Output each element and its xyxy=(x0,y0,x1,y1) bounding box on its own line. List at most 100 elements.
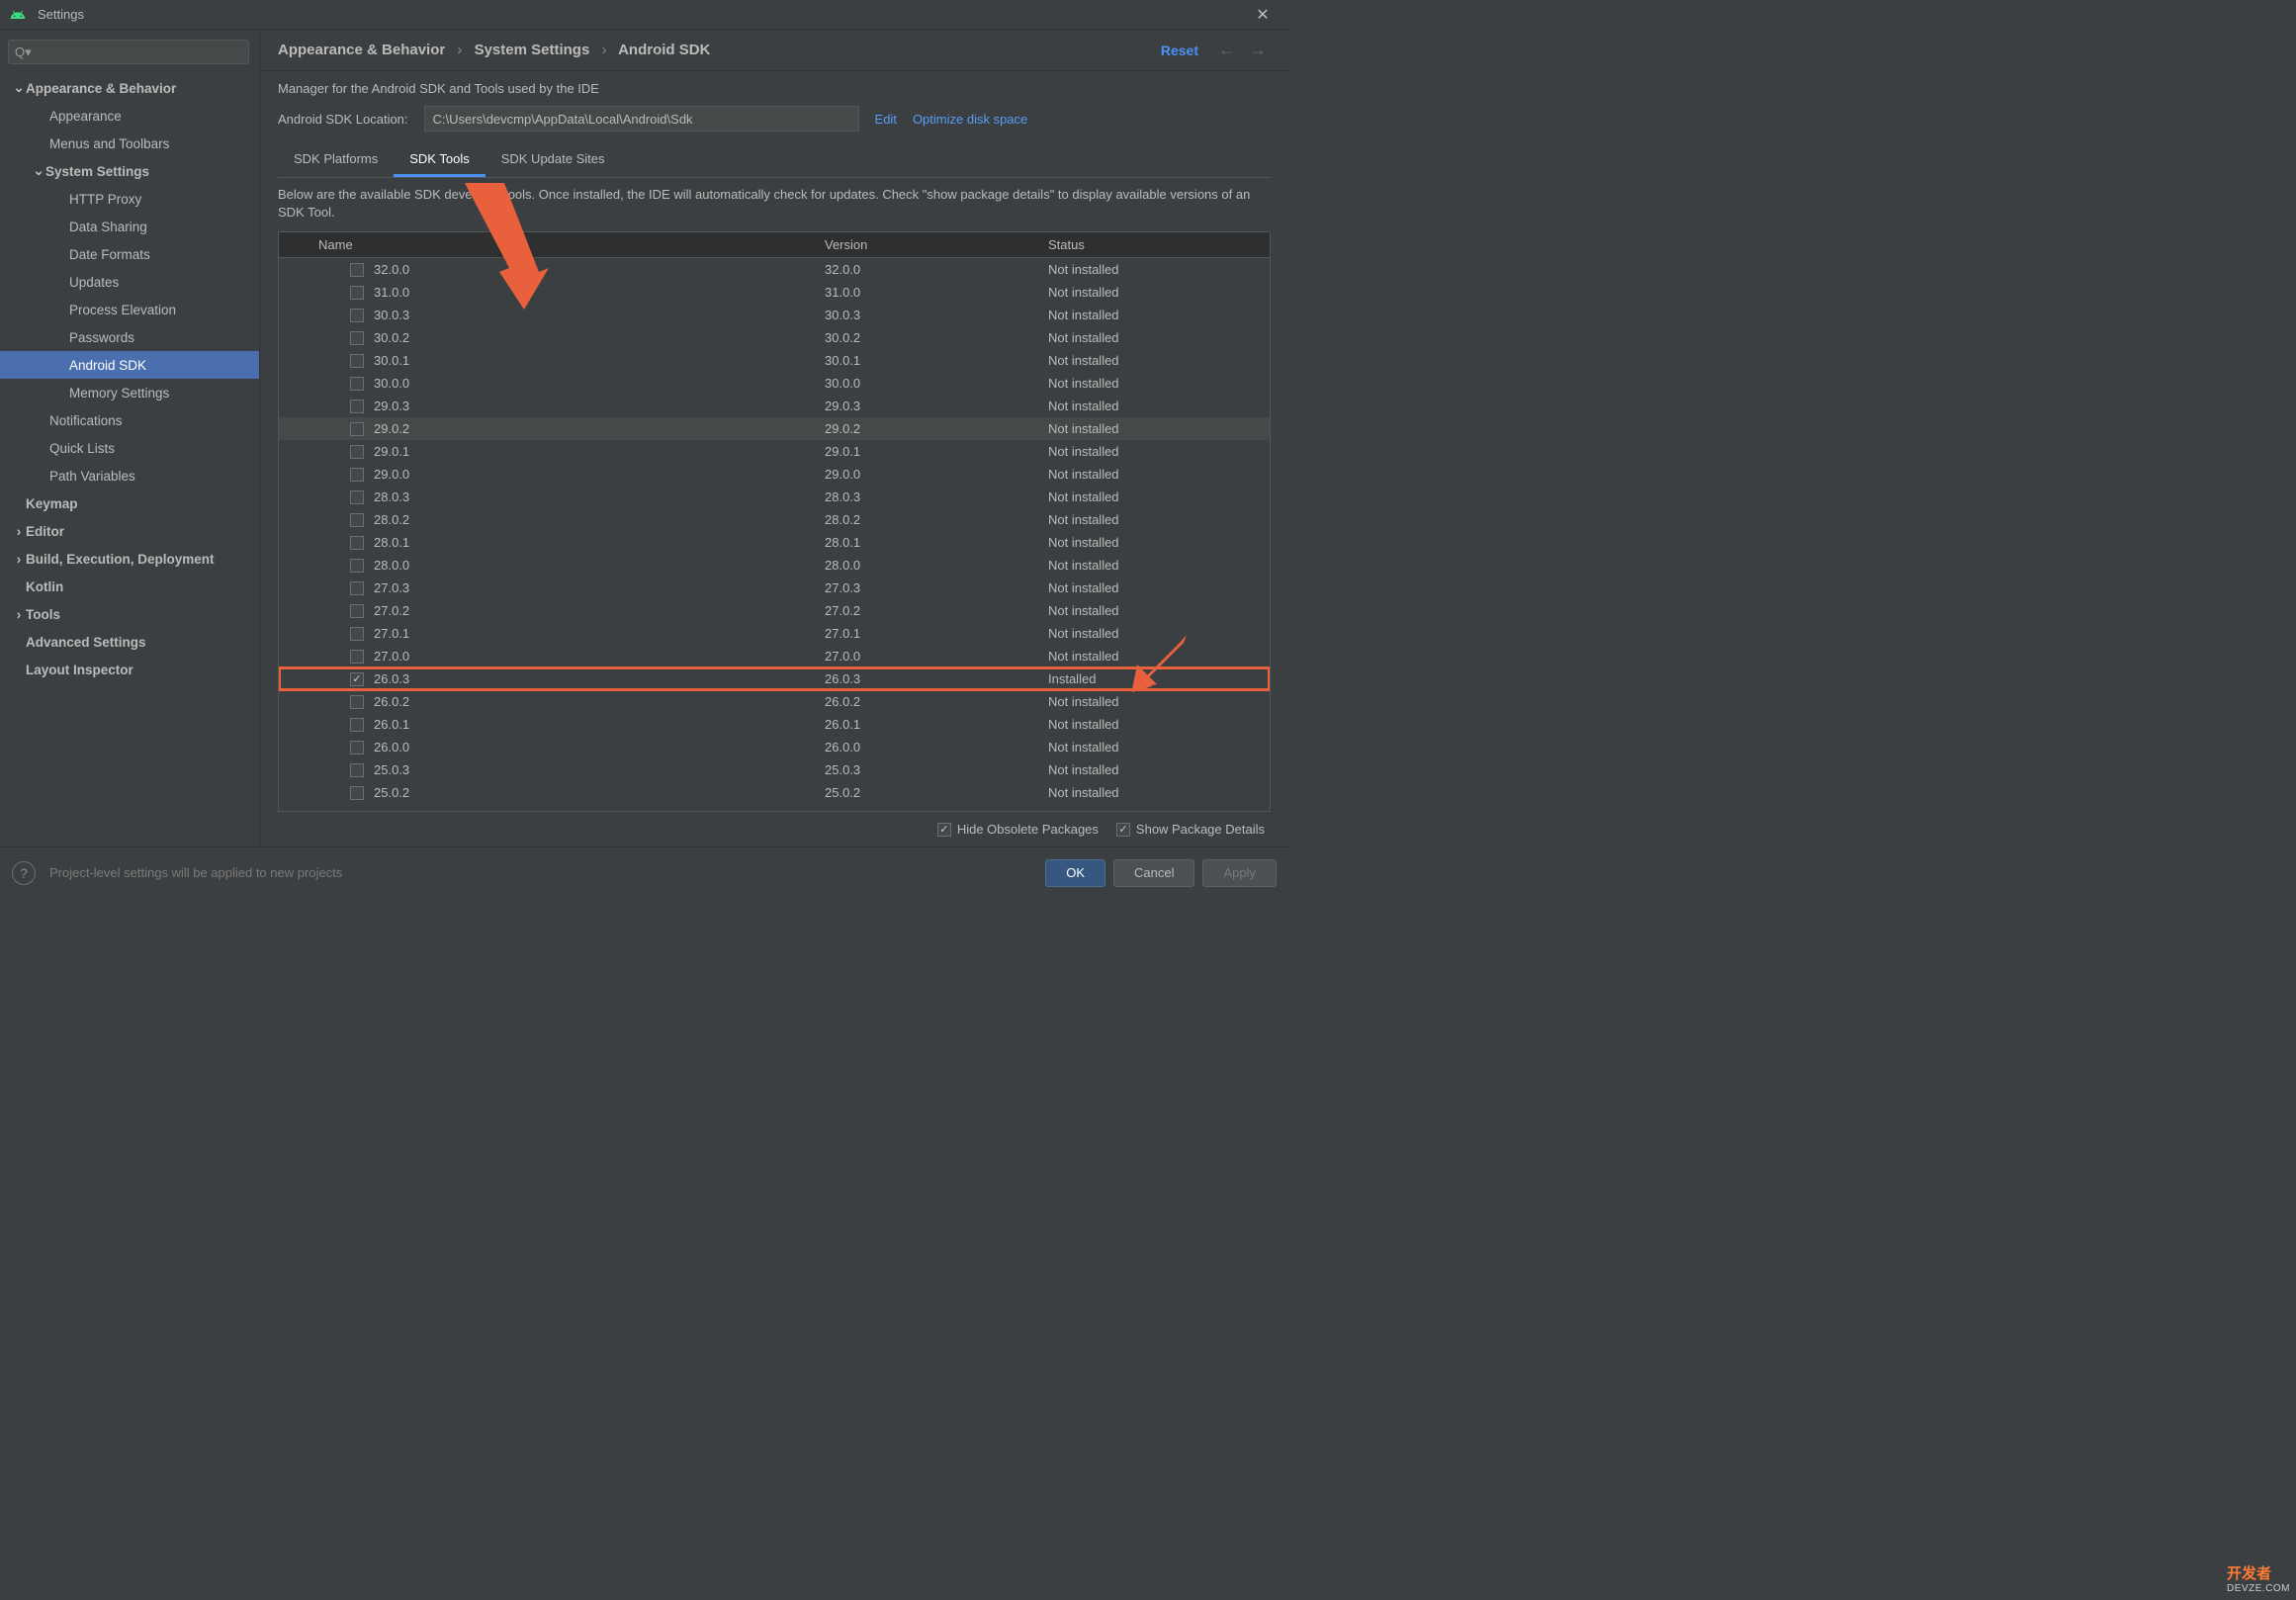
row-name: 26.0.0 xyxy=(374,740,409,755)
table-row[interactable]: 26.0.326.0.3Installed xyxy=(279,667,1270,690)
row-checkbox[interactable] xyxy=(350,718,364,732)
sidebar-item[interactable]: HTTP Proxy xyxy=(0,185,259,213)
edit-link[interactable]: Edit xyxy=(875,112,897,127)
sidebar-item[interactable]: Appearance xyxy=(0,102,259,130)
col-header-name[interactable]: Name xyxy=(310,232,817,257)
table-row[interactable]: 32.0.032.0.0Not installed xyxy=(279,258,1270,281)
table-row[interactable]: 27.0.027.0.0Not installed xyxy=(279,645,1270,667)
table-row[interactable]: 28.0.328.0.3Not installed xyxy=(279,486,1270,508)
sidebar-item[interactable]: Advanced Settings xyxy=(0,628,259,656)
sidebar-item[interactable]: Path Variables xyxy=(0,462,259,489)
row-version: 30.0.2 xyxy=(817,330,1040,345)
show-package-details-checkbox[interactable]: Show Package Details xyxy=(1116,822,1265,837)
table-row[interactable]: 31.0.031.0.0Not installed xyxy=(279,281,1270,304)
sidebar-item[interactable]: Layout Inspector xyxy=(0,656,259,683)
row-checkbox[interactable] xyxy=(350,650,364,664)
reset-link[interactable]: Reset xyxy=(1161,43,1198,58)
row-checkbox[interactable] xyxy=(350,741,364,755)
tab[interactable]: SDK Update Sites xyxy=(486,143,621,177)
sidebar-item[interactable]: Android SDK xyxy=(0,351,259,379)
help-icon[interactable]: ? xyxy=(12,861,36,885)
table-row[interactable]: 26.0.126.0.1Not installed xyxy=(279,713,1270,736)
chevron-icon: › xyxy=(12,524,26,539)
row-checkbox[interactable] xyxy=(350,559,364,573)
sidebar-item[interactable]: Date Formats xyxy=(0,240,259,268)
row-checkbox[interactable] xyxy=(350,331,364,345)
row-checkbox[interactable] xyxy=(350,445,364,459)
row-checkbox[interactable] xyxy=(350,286,364,300)
table-row[interactable]: 30.0.330.0.3Not installed xyxy=(279,304,1270,326)
table-row[interactable]: 27.0.327.0.3Not installed xyxy=(279,577,1270,599)
sidebar-item[interactable]: Data Sharing xyxy=(0,213,259,240)
table-row[interactable]: 25.0.225.0.2Not installed xyxy=(279,781,1270,804)
breadcrumb-part[interactable]: Android SDK xyxy=(618,42,710,58)
row-checkbox[interactable] xyxy=(350,513,364,527)
table-row[interactable]: 28.0.028.0.0Not installed xyxy=(279,554,1270,577)
table-row[interactable]: 27.0.227.0.2Not installed xyxy=(279,599,1270,622)
row-checkbox[interactable] xyxy=(350,763,364,777)
row-checkbox[interactable] xyxy=(350,536,364,550)
row-checkbox[interactable] xyxy=(350,695,364,709)
row-checkbox[interactable] xyxy=(350,309,364,322)
apply-button[interactable]: Apply xyxy=(1202,859,1277,887)
cancel-button[interactable]: Cancel xyxy=(1113,859,1194,887)
sidebar-item[interactable]: Passwords xyxy=(0,323,259,351)
breadcrumb-part[interactable]: Appearance & Behavior xyxy=(278,42,445,58)
hide-obsolete-checkbox[interactable]: Hide Obsolete Packages xyxy=(937,822,1099,837)
sidebar-item[interactable]: Kotlin xyxy=(0,573,259,600)
sidebar-item-label: Build, Execution, Deployment xyxy=(26,552,215,567)
row-checkbox[interactable] xyxy=(350,672,364,686)
sidebar-item[interactable]: ⌄Appearance & Behavior xyxy=(0,74,259,102)
row-checkbox[interactable] xyxy=(350,490,364,504)
table-row[interactable]: 28.0.128.0.1Not installed xyxy=(279,531,1270,554)
row-checkbox[interactable] xyxy=(350,400,364,413)
tab[interactable]: SDK Tools xyxy=(394,143,485,177)
row-checkbox[interactable] xyxy=(350,581,364,595)
sidebar-item[interactable]: ⌄System Settings xyxy=(0,157,259,185)
sidebar-item[interactable]: ›Tools xyxy=(0,600,259,628)
row-checkbox[interactable] xyxy=(350,627,364,641)
sidebar-item[interactable]: Notifications xyxy=(0,406,259,434)
table-row[interactable]: 28.0.228.0.2Not installed xyxy=(279,508,1270,531)
sidebar-item[interactable]: Process Elevation xyxy=(0,296,259,323)
row-checkbox[interactable] xyxy=(350,468,364,482)
row-checkbox[interactable] xyxy=(350,354,364,368)
row-checkbox[interactable] xyxy=(350,786,364,800)
forward-arrow-icon[interactable]: → xyxy=(1249,40,1267,59)
table-row[interactable]: 29.0.029.0.0Not installed xyxy=(279,463,1270,486)
table-row[interactable]: 25.0.325.0.3Not installed xyxy=(279,758,1270,781)
table-row[interactable]: 29.0.129.0.1Not installed xyxy=(279,440,1270,463)
row-name: 27.0.1 xyxy=(374,626,409,641)
back-arrow-icon[interactable]: ← xyxy=(1218,40,1236,59)
breadcrumb-part[interactable]: System Settings xyxy=(475,42,590,58)
watermark: 开发者 DEVZE.COM xyxy=(2227,1562,2290,1594)
tab[interactable]: SDK Platforms xyxy=(278,143,394,177)
sidebar-item[interactable]: Quick Lists xyxy=(0,434,259,462)
sidebar-item[interactable]: ›Editor xyxy=(0,517,259,545)
sidebar-item[interactable]: ›Build, Execution, Deployment xyxy=(0,545,259,573)
row-checkbox[interactable] xyxy=(350,422,364,436)
col-header-status[interactable]: Status xyxy=(1040,232,1270,257)
row-name: 30.0.0 xyxy=(374,376,409,391)
sidebar-item[interactable]: Menus and Toolbars xyxy=(0,130,259,157)
col-header-version[interactable]: Version xyxy=(817,232,1040,257)
table-row[interactable]: 30.0.030.0.0Not installed xyxy=(279,372,1270,395)
optimize-link[interactable]: Optimize disk space xyxy=(913,112,1027,127)
row-checkbox[interactable] xyxy=(350,604,364,618)
sidebar-item[interactable]: Keymap xyxy=(0,489,259,517)
sidebar-item[interactable]: Updates xyxy=(0,268,259,296)
search-input[interactable]: Q▾ xyxy=(8,40,249,64)
ok-button[interactable]: OK xyxy=(1045,859,1105,887)
table-row[interactable]: 26.0.026.0.0Not installed xyxy=(279,736,1270,758)
table-row[interactable]: 26.0.226.0.2Not installed xyxy=(279,690,1270,713)
row-checkbox[interactable] xyxy=(350,263,364,277)
table-row[interactable]: 30.0.230.0.2Not installed xyxy=(279,326,1270,349)
close-button[interactable]: ✕ xyxy=(1243,0,1282,30)
sidebar-item[interactable]: Memory Settings xyxy=(0,379,259,406)
table-row[interactable]: 27.0.127.0.1Not installed xyxy=(279,622,1270,645)
table-row[interactable]: 29.0.329.0.3Not installed xyxy=(279,395,1270,417)
table-row[interactable]: 29.0.229.0.2Not installed xyxy=(279,417,1270,440)
row-checkbox[interactable] xyxy=(350,377,364,391)
sdk-location-input[interactable] xyxy=(424,106,859,132)
table-row[interactable]: 30.0.130.0.1Not installed xyxy=(279,349,1270,372)
